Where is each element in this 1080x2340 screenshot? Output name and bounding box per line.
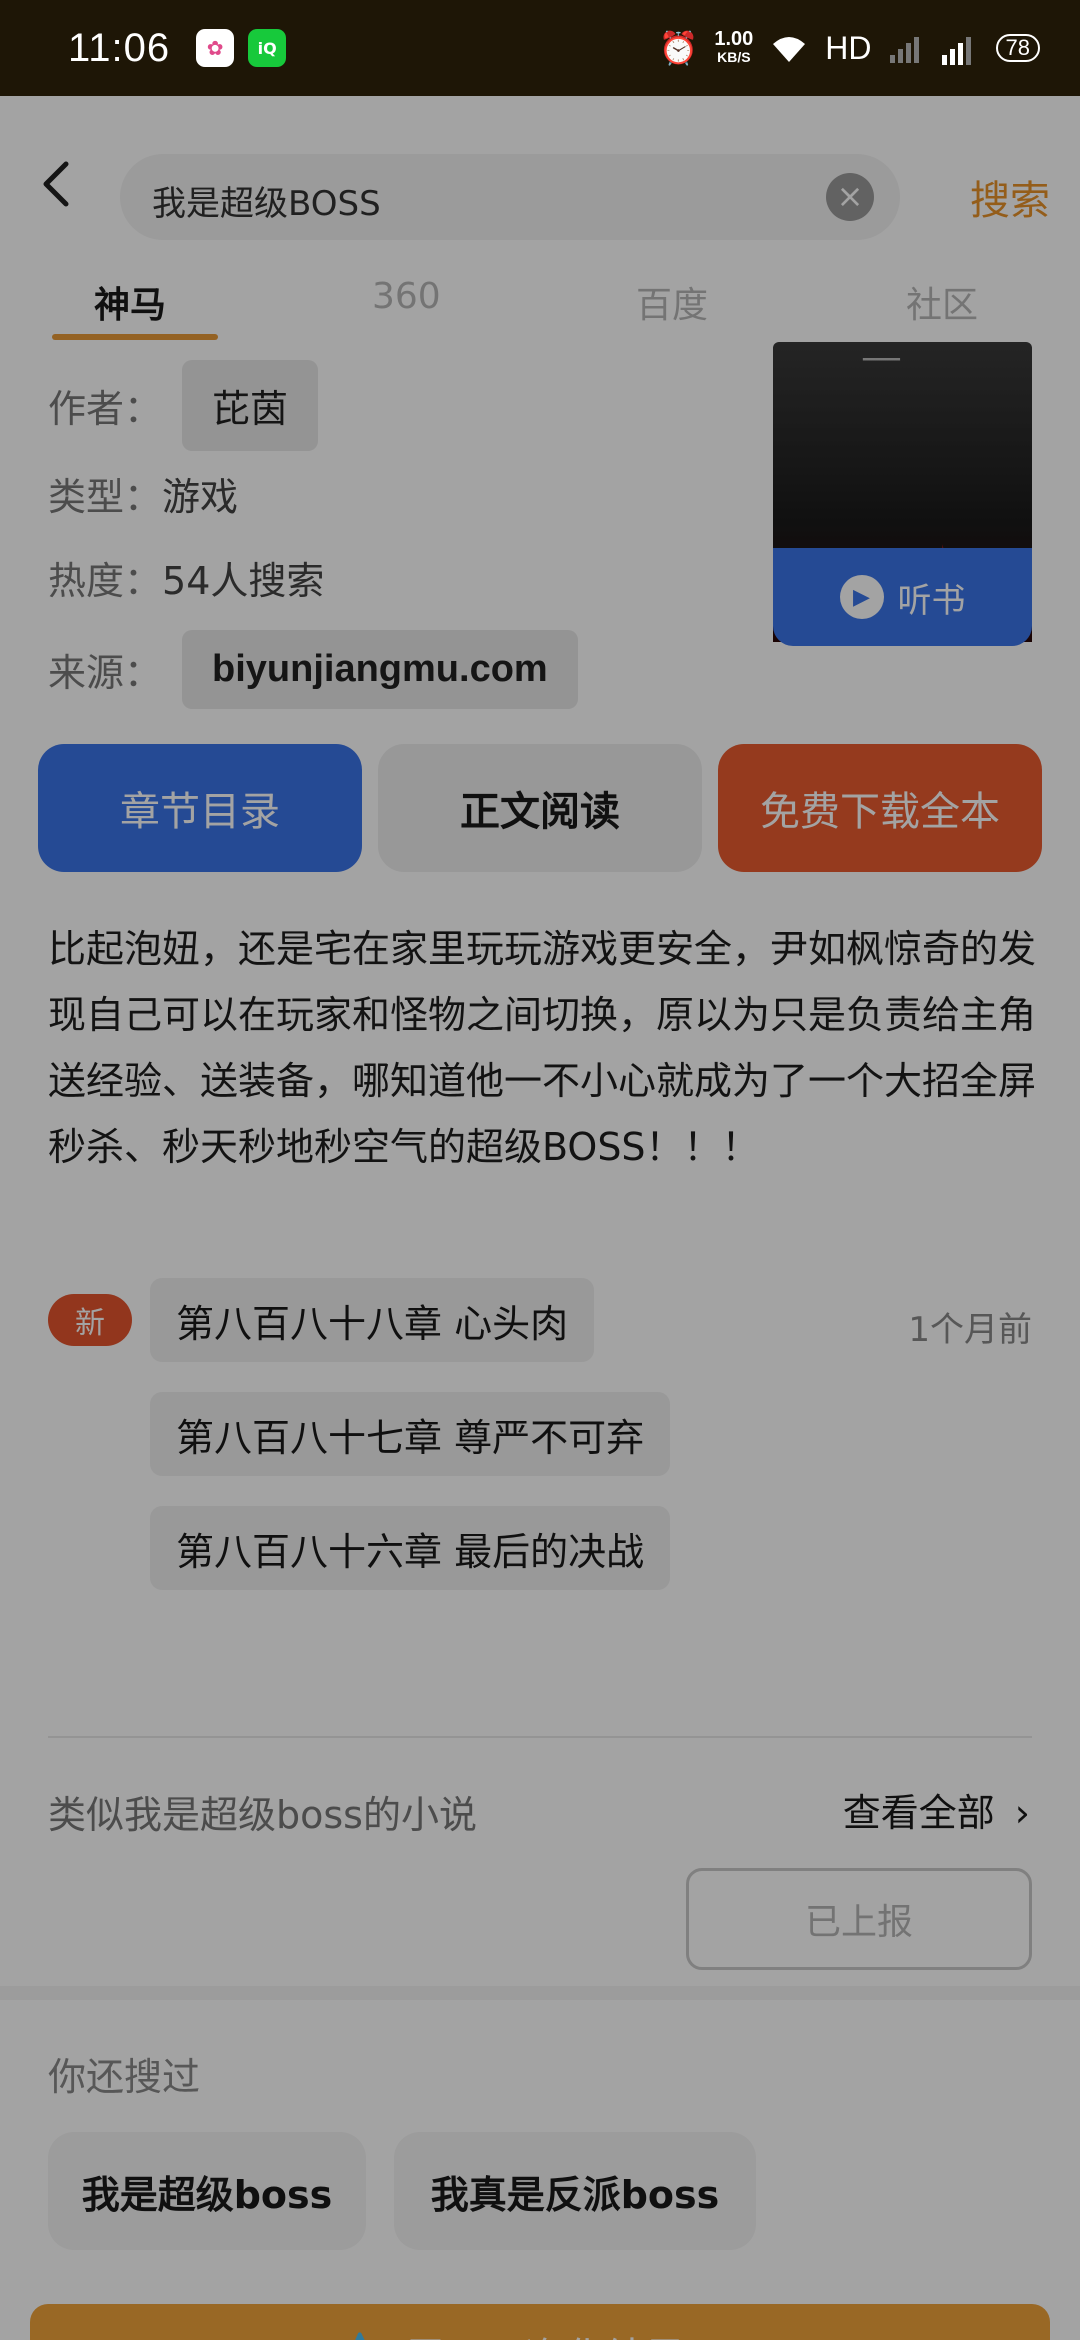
heat-label: 热度： [48, 559, 163, 603]
source-tabs: 神马 360 百度 社区 [0, 256, 1080, 346]
history-chip[interactable]: 我是超级boss [48, 2132, 366, 2250]
play-icon: ▶ [839, 575, 884, 619]
chapter-catalog-button[interactable]: 章节目录 [38, 744, 362, 872]
type-row: 类型： 游戏 [48, 466, 238, 521]
chapter-item[interactable]: 第八百八十六章 最后的决战 [150, 1506, 671, 1590]
search-input[interactable]: 我是超级BOSS × [120, 154, 900, 240]
type-value: 游戏 [162, 475, 239, 519]
chevron-right-icon: › [1014, 1791, 1030, 1835]
type-label: 类型： [48, 475, 163, 519]
notification-icons: ✿ iQ [196, 29, 287, 67]
photos-app-icon: ✿ [196, 29, 235, 67]
search-button[interactable]: 搜索 [970, 168, 1050, 226]
network-speed: 1.00 KB/S [714, 28, 754, 66]
tab-shenma[interactable]: 神马 [94, 276, 166, 328]
book-description: 比起泡妞，还是宅在家里玩玩游戏更安全，尹如枫惊奇的发现自己可以在玩家和怪物之间切… [48, 927, 1037, 1169]
section-separator [0, 1986, 1080, 2000]
source-row: 来源： biyunjiangmu.com [48, 630, 578, 709]
tab-baidu[interactable]: 百度 [636, 276, 708, 328]
view-all-link[interactable]: 查看全部 › [843, 1782, 1030, 1837]
heat-value: 54人搜索 [162, 559, 325, 603]
signal-icon-2 [941, 37, 971, 65]
clear-icon[interactable]: × [826, 173, 874, 221]
tab-active-indicator [52, 334, 218, 340]
battery-indicator: 78 [995, 34, 1040, 62]
heat-row: 热度： 54人搜索 [48, 550, 324, 605]
search-header: 我是超级BOSS × 搜索 [0, 124, 1080, 240]
status-time: 11:06 [68, 25, 171, 70]
read-text-button[interactable]: 正文阅读 [378, 744, 702, 872]
author-chip[interactable]: 芘茵 [182, 360, 319, 451]
author-label: 作者： [48, 387, 163, 431]
source-label: 来源： [48, 651, 163, 695]
tab-community[interactable]: 社区 [906, 276, 978, 328]
search-result-page: 我是超级BOSS × 搜索 神马 360 百度 社区 作者： 芘茵 类型： 游戏… [0, 96, 1080, 2340]
cover-top-decoration: ▔▔▔ [863, 358, 900, 377]
divider [48, 1736, 1032, 1738]
chevron-up-icon: ︿ [705, 2325, 745, 2340]
wifi-icon [773, 37, 806, 62]
similar-novels-title: 类似我是超级boss的小说 [48, 1793, 477, 1837]
expand-clean-results-bar[interactable]: 💧 展开可净化结果 ︿ [30, 2304, 1050, 2340]
status-bar: 11:06 ✿ iQ ⏰ 1.00 KB/S HD 78 [0, 0, 1080, 96]
new-badge: 新 [48, 1294, 132, 1346]
network-speed-unit: KB/S [717, 49, 751, 65]
chapter-item[interactable]: 第八百八十八章 心头肉 [150, 1278, 595, 1362]
droplet-icon: 💧 [335, 2331, 385, 2340]
listen-label: 听书 [897, 580, 966, 621]
alarm-icon: ⏰ [658, 30, 699, 66]
chapter-item[interactable]: 第八百八十七章 尊严不可弃 [150, 1392, 671, 1476]
chapter-update-time: 1个月前 [908, 1310, 1032, 1350]
reported-button[interactable]: 已上报 [686, 1868, 1032, 1970]
iqiyi-app-icon: iQ [248, 29, 287, 67]
source-chip[interactable]: biyunjiangmu.com [182, 630, 578, 709]
hd-indicator: HD [825, 29, 872, 66]
search-history-title: 你还搜过 [48, 2055, 201, 2099]
history-chip[interactable]: 我真是反派boss [394, 2132, 756, 2250]
expand-label: 展开可净化结果 [405, 2325, 685, 2340]
network-speed-value: 1.00 [714, 28, 754, 50]
signal-icon-1 [889, 37, 919, 63]
tab-360[interactable]: 360 [372, 276, 441, 317]
search-query: 我是超级BOSS [152, 184, 381, 224]
status-indicators: ⏰ 1.00 KB/S HD 78 [659, 29, 1040, 67]
listen-button[interactable]: ▶ 听书 [773, 548, 1032, 646]
view-all-label: 查看全部 [842, 1791, 995, 1835]
free-download-button[interactable]: 免费下载全本 [718, 744, 1042, 872]
author-row: 作者： 芘茵 [48, 360, 319, 451]
back-arrow-icon[interactable] [32, 154, 82, 214]
